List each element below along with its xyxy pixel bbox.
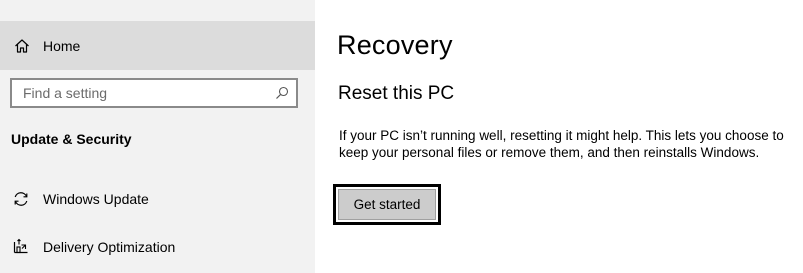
sidebar-item-delivery-optimization-label: Delivery Optimization	[43, 239, 176, 255]
sidebar-item-home[interactable]: Home	[0, 21, 315, 70]
search-icon[interactable]	[274, 85, 290, 101]
page-title: Recovery	[337, 30, 453, 60]
section-title: Update & Security	[11, 131, 132, 147]
settings-window: Home Update & Security Windows	[0, 0, 803, 273]
sidebar-item-windows-update-label: Windows Update	[43, 191, 149, 207]
search-box	[10, 78, 298, 108]
reset-this-pc-heading: Reset this PC	[338, 83, 455, 104]
reset-description: If your PC isn’t running well, resetting…	[339, 128, 784, 160]
delivery-optimization-icon	[11, 237, 31, 257]
get-started-button[interactable]: Get started	[338, 189, 436, 220]
sidebar-item-home-label: Home	[43, 37, 81, 54]
sidebar-item-windows-update[interactable]: Windows Update	[0, 181, 315, 217]
sidebar: Home Update & Security Windows	[0, 0, 315, 273]
sync-icon	[11, 189, 31, 209]
highlight-frame: Get started	[333, 184, 441, 225]
search-input[interactable]	[23, 85, 274, 101]
sidebar-item-delivery-optimization[interactable]: Delivery Optimization	[0, 229, 315, 265]
home-icon	[13, 37, 31, 55]
